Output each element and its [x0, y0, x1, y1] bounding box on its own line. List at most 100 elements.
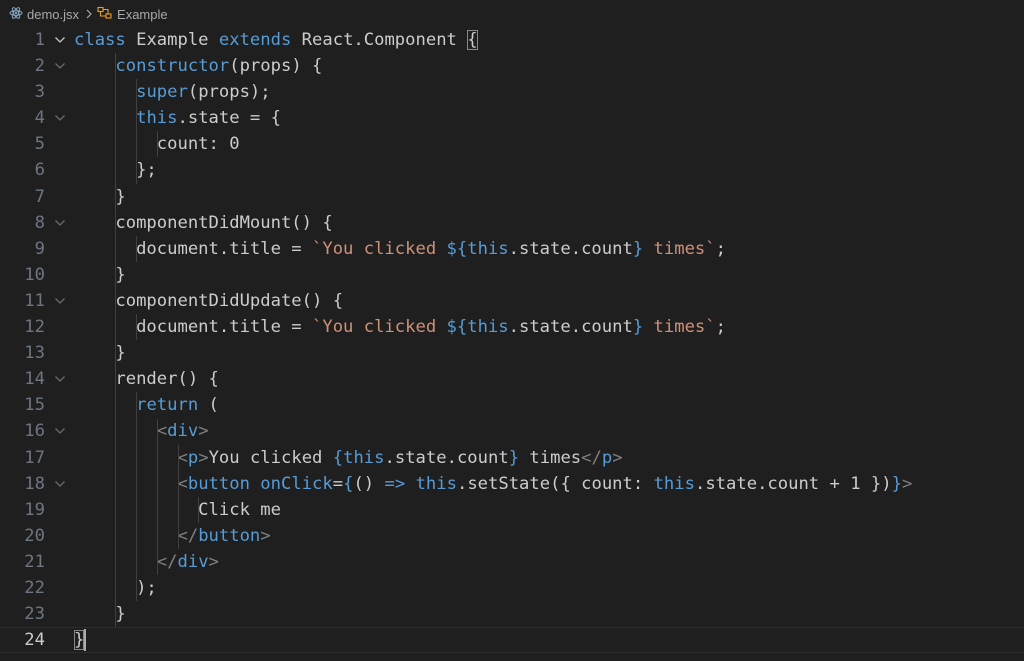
- line-number: 1: [34, 30, 45, 50]
- fold-chevron-icon[interactable]: [53, 53, 67, 79]
- code-line[interactable]: 10 }: [0, 262, 1024, 288]
- code-text: <button onClick={() => this.setState({ c…: [74, 471, 912, 497]
- code-token: .state = {: [177, 108, 281, 129]
- code-token: }: [632, 238, 644, 259]
- fold-chevron-icon[interactable]: [53, 105, 67, 131]
- code-token: {: [343, 473, 354, 494]
- code-token: super: [136, 82, 188, 103]
- react-icon: [9, 6, 23, 23]
- code-token: p: [187, 447, 199, 468]
- code-line[interactable]: 7 }: [0, 184, 1024, 210]
- code-token: return: [136, 395, 199, 416]
- code-token: }: [632, 317, 644, 338]
- code-line[interactable]: 14 render() {: [0, 366, 1024, 392]
- breadcrumb-file-label: demo.jsx: [27, 6, 80, 22]
- fold-chevron-icon[interactable]: [53, 27, 67, 53]
- code-text: document.title = `You clicked ${this.sta…: [74, 314, 726, 340]
- line-number: 14: [24, 369, 45, 390]
- code-text: render() {: [74, 366, 218, 392]
- indent-guide: [136, 235, 138, 262]
- code-area[interactable]: 1 class Example extends React.Component {…: [0, 27, 1024, 653]
- code-line[interactable]: 21 </div>: [0, 549, 1024, 575]
- indent-guide: [198, 496, 200, 523]
- code-token: this: [653, 473, 695, 494]
- code-token: >: [612, 447, 623, 468]
- code-token: this: [467, 238, 509, 259]
- breadcrumb-symbol-label: Example: [117, 6, 168, 22]
- indent-guide: [156, 131, 158, 158]
- fold-chevron-icon[interactable]: [53, 210, 67, 236]
- text-cursor: [84, 629, 87, 652]
- code-line[interactable]: 6 };: [0, 157, 1024, 183]
- code-token: componentDidUpdate() {: [74, 290, 344, 311]
- code-line[interactable]: 23 }: [0, 601, 1024, 627]
- code-line[interactable]: 4 this.state = {: [0, 105, 1024, 131]
- code-token: (props) {: [229, 56, 323, 77]
- code-line[interactable]: 8 componentDidMount() {: [0, 210, 1024, 236]
- indent-guide: [156, 418, 158, 576]
- code-line[interactable]: 13 }: [0, 340, 1024, 366]
- code-text: document.title = `You clicked ${this.sta…: [74, 236, 726, 262]
- fold-chevron-icon[interactable]: [53, 418, 67, 444]
- line-number: 16: [24, 421, 45, 442]
- code-token: <: [156, 421, 168, 442]
- line-number: 2: [34, 56, 45, 77]
- code-line[interactable]: 24}: [0, 627, 1024, 653]
- code-token: ${: [446, 238, 468, 259]
- code-token: >: [260, 525, 271, 546]
- code-text: this.state = {: [74, 105, 281, 131]
- code-line[interactable]: 15 return (: [0, 392, 1024, 418]
- code-token: p: [601, 447, 613, 468]
- code-line[interactable]: 16 <div>: [0, 418, 1024, 444]
- code-line[interactable]: 20 </button>: [0, 523, 1024, 549]
- line-number: 15: [24, 395, 45, 416]
- code-token: document.title =: [74, 317, 312, 338]
- code-token: >: [198, 421, 209, 442]
- code-line[interactable]: 3 super(props);: [0, 79, 1024, 105]
- code-token: >: [901, 473, 913, 494]
- code-line[interactable]: 19 Click me: [0, 497, 1024, 523]
- line-number: 13: [24, 343, 45, 364]
- breadcrumb-file[interactable]: demo.jsx: [9, 6, 79, 23]
- code-token: this: [415, 473, 457, 494]
- line-number: 5: [34, 134, 45, 155]
- indent-guide: [136, 392, 138, 602]
- code-line[interactable]: 2 constructor(props) {: [0, 53, 1024, 79]
- indent-guide: [115, 53, 117, 628]
- code-line[interactable]: 11 componentDidUpdate() {: [0, 288, 1024, 314]
- code-token: }: [74, 343, 126, 364]
- code-text: class Example extends React.Component {: [74, 27, 478, 53]
- fold-chevron-icon[interactable]: [53, 366, 67, 392]
- code-line[interactable]: 17 <p>You clicked {this.state.count} tim…: [0, 445, 1024, 471]
- indent-guide: [136, 314, 138, 341]
- fold-chevron-icon[interactable]: [53, 288, 67, 314]
- code-token: <: [177, 447, 188, 468]
- code-text: }: [74, 262, 125, 288]
- code-line[interactable]: 22 );: [0, 575, 1024, 601]
- code-line[interactable]: 12 document.title = `You clicked ${this.…: [0, 314, 1024, 340]
- code-token: extends: [218, 30, 292, 50]
- indent-guide: [177, 444, 179, 549]
- code-token: .setState({ count:: [456, 473, 654, 494]
- line-number: 6: [34, 160, 45, 181]
- code-token: class: [74, 30, 126, 50]
- code-line[interactable]: 9 document.title = `You clicked ${this.s…: [0, 236, 1024, 262]
- breadcrumb-symbol[interactable]: Example: [97, 6, 168, 23]
- line-number: 17: [24, 447, 45, 468]
- code-text: constructor(props) {: [74, 53, 322, 79]
- code-token: `You clicked: [312, 317, 447, 338]
- code-line[interactable]: 18 <button onClick={() => this.setState(…: [0, 471, 1024, 497]
- code-token: times: [519, 447, 582, 468]
- code-line[interactable]: 1 class Example extends React.Component {: [0, 27, 1024, 53]
- code-token: div: [167, 421, 199, 442]
- line-number: 23: [24, 604, 45, 625]
- code-line[interactable]: 5 count: 0: [0, 131, 1024, 157]
- code-token: }: [74, 630, 85, 651]
- code-text: }: [74, 184, 125, 210]
- fold-chevron-icon[interactable]: [53, 471, 67, 497]
- code-editor[interactable]: demo.jsx Example 1 class Example extends …: [0, 0, 1024, 661]
